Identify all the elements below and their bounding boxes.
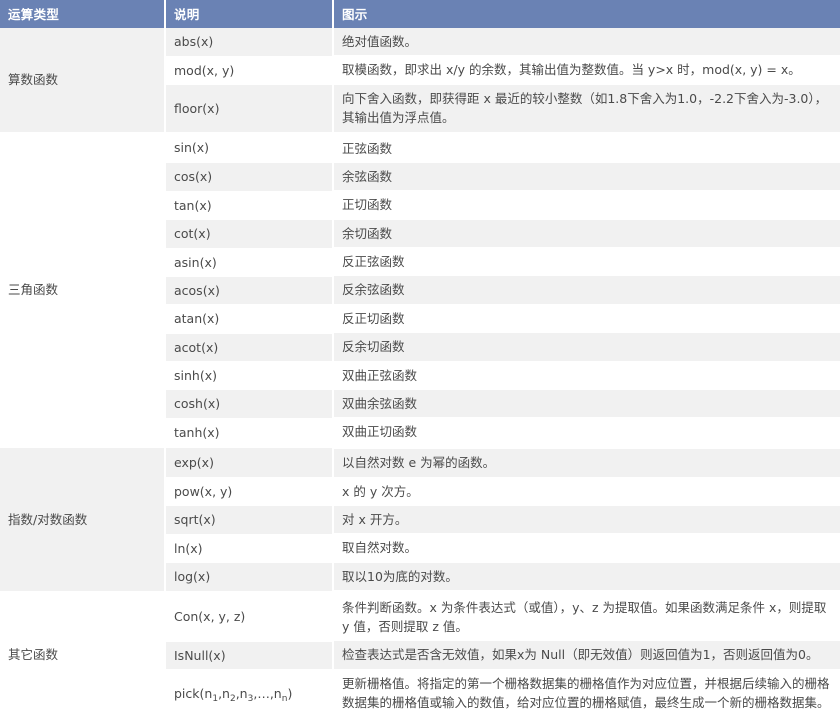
function-description-cell: 以自然对数 e 为幂的函数。 xyxy=(334,447,840,478)
function-name-cell: log(x) xyxy=(165,562,334,592)
function-description-cell: 双曲余弦函数 xyxy=(334,389,840,419)
function-description-cell: 余弦函数 xyxy=(334,162,840,192)
function-name-cell: acos(x) xyxy=(165,276,334,306)
table-header-row: 运算类型 说明 图示 xyxy=(0,0,840,28)
category-cell: 指数/对数函数 xyxy=(0,446,166,593)
function-description-cell: 绝对值函数。 xyxy=(334,28,840,57)
function-description-cell: 余切函数 xyxy=(334,219,840,248)
function-name-cell: pow(x, y) xyxy=(165,477,334,507)
function-name-cell: floor(x) xyxy=(165,84,334,133)
function-description-cell: 取自然对数。 xyxy=(334,534,840,563)
function-description-cell: x 的 y 次方。 xyxy=(334,477,840,506)
function-description-cell: 对 x 开方。 xyxy=(334,505,840,535)
table-body: 算数函数 abs(x) 绝对值函数。 mod(x, y) 取模函数，即求出 x/y 的余… xyxy=(0,28,840,718)
column-header-operation-type: 运算类型 xyxy=(0,0,166,28)
function-description-cell: 双曲正切函数 xyxy=(334,418,840,447)
category-cell: 其它函数 xyxy=(0,590,166,718)
function-description-cell: 向下舍入函数，即获得距 x 最近的较小整数（如1.8下舍入为1.0，-2.2下舍… xyxy=(334,84,840,133)
function-name-cell: IsNull(x) xyxy=(165,641,334,671)
function-description-cell: 检查表达式是否含无效值，如果x为 Null（即无效值）则返回值为1，否则返回值为… xyxy=(334,641,840,670)
function-description-cell: 更新栅格值。将指定的第一个栅格数据集的栅格值作为对应位置，并根据后续输入的栅格数… xyxy=(334,669,840,718)
function-name-cell: acot(x) xyxy=(165,333,334,363)
function-name-cell: tan(x) xyxy=(165,191,334,221)
function-name-cell: mod(x, y) xyxy=(165,56,334,86)
function-name-cell: abs(x) xyxy=(165,28,334,57)
function-name-cell: Con(x, y, z) xyxy=(165,590,334,642)
table-row: 三角函数 sin(x) 正弦函数 xyxy=(0,131,840,448)
function-name-cell: sqrt(x) xyxy=(165,505,334,535)
column-header-description: 说明 xyxy=(165,0,334,28)
table-row: 算数函数 abs(x) 绝对值函数。 xyxy=(0,28,840,133)
function-description-cell: 双曲正弦函数 xyxy=(334,361,840,390)
table-row: 指数/对数函数 exp(x) 以自然对数 e 为幂的函数。 xyxy=(0,446,840,593)
function-name-cell: cos(x) xyxy=(165,162,334,192)
column-header-illustration: 图示 xyxy=(333,0,840,28)
function-name-cell: ln(x) xyxy=(165,534,334,564)
table-row: 其它函数 Con(x, y, z) 条件判断函数。x 为条件表达式（或值），y、z … xyxy=(0,590,840,718)
function-name-cell: tanh(x) xyxy=(165,418,334,448)
function-name-cell: exp(x) xyxy=(165,446,334,479)
function-description-cell: 正切函数 xyxy=(334,191,840,220)
function-name-cell: cot(x) xyxy=(165,219,334,249)
function-description-cell: 反余切函数 xyxy=(334,333,840,362)
function-name-cell: sin(x) xyxy=(165,131,334,164)
function-name-cell: asin(x) xyxy=(165,248,334,277)
function-description-cell: 反余弦函数 xyxy=(334,276,840,305)
function-description-cell: 反正弦函数 xyxy=(334,248,840,277)
function-name-cell: cosh(x) xyxy=(165,389,334,419)
function-name-cell: atan(x) xyxy=(165,304,334,334)
function-description-cell: 取以10为底的对数。 xyxy=(334,562,840,591)
function-name-cell: pick(n1,n2,n3,…,nn) xyxy=(165,669,334,718)
function-description-cell: 正弦函数 xyxy=(334,132,840,163)
table-header: 运算类型 说明 图示 xyxy=(0,0,840,28)
function-description-cell: 条件判断函数。x 为条件表达式（或值），y、z 为提取值。如果函数满足条件 x，… xyxy=(334,591,840,642)
function-name-cell: sinh(x) xyxy=(165,361,334,391)
category-cell: 三角函数 xyxy=(0,131,166,448)
operator-function-reference-table: 运算类型 说明 图示 算数函数 abs(x) 绝对值函数。 mod(x, y) 取模函数… xyxy=(0,0,840,718)
function-description-cell: 反正切函数 xyxy=(334,304,840,334)
function-description-cell: 取模函数，即求出 x/y 的余数，其输出值为整数值。当 y>x 时，mod(x,… xyxy=(334,56,840,85)
category-cell: 算数函数 xyxy=(0,28,166,133)
